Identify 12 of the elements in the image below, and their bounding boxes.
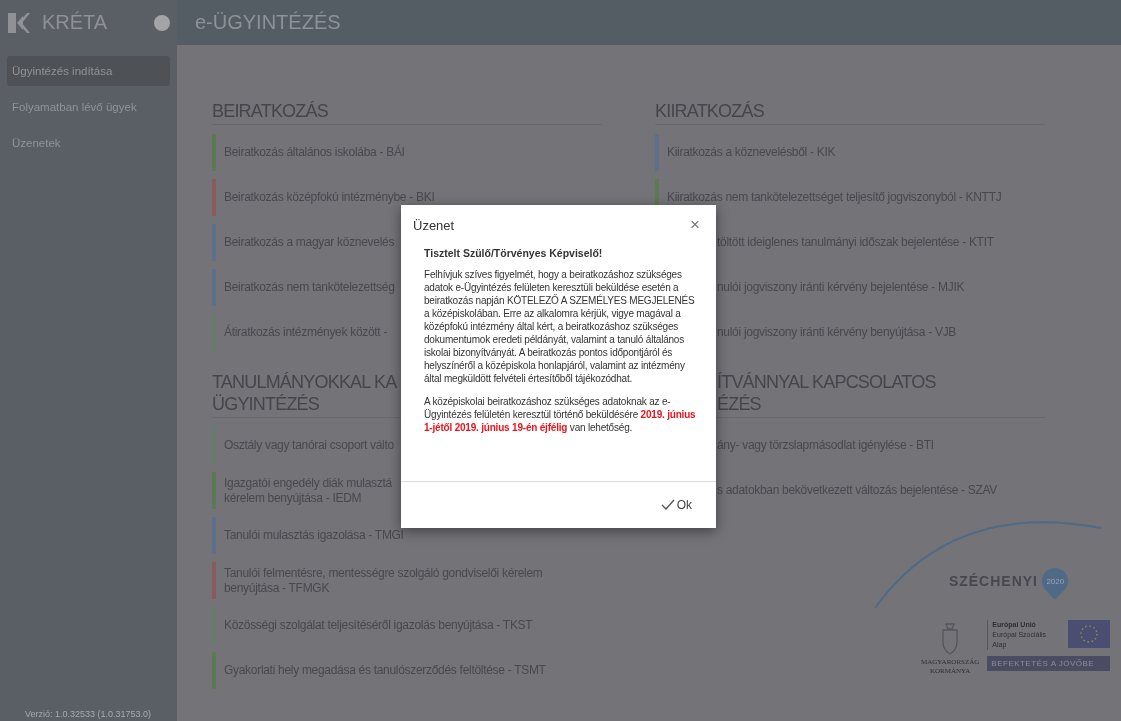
nav-item[interactable]: Ügyintézés indítása [7,56,170,86]
ok-button[interactable]: Ok [658,496,694,514]
close-button[interactable]: × [688,217,702,233]
version-text: Verzió: 1.0.32533 (1.0.31753.0) [24,709,153,721]
logo-icon [8,12,30,33]
dialog-title: Üzenet [413,217,455,233]
greeting-text: Tisztelt Szülő/Törvényes Képviselő! [424,247,604,259]
page-title: e-ÜGYINTÉZÉS [195,11,341,34]
coat-of-arms-icon [940,620,961,656]
eu-flag-icon [1068,620,1111,648]
status-icon [154,14,170,31]
checkmark-icon [660,499,675,511]
